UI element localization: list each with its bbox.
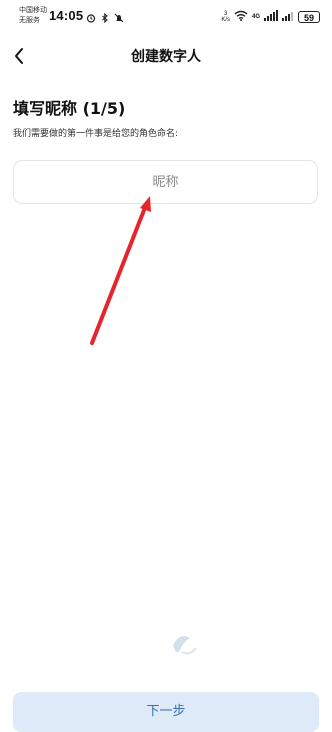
signal-icon-secondary [282, 8, 294, 26]
watermark-logo [173, 636, 197, 655]
battery-indicator: 59 [298, 11, 320, 23]
step-title: 填写昵称 (1/5) [13, 99, 126, 118]
next-button[interactable]: 下一步 [13, 692, 319, 732]
network-type: 4G [251, 14, 260, 20]
alarm-icon [86, 10, 96, 23]
step-description: 我们需要做的第一件事是给您的角色命名: [13, 129, 179, 139]
carrier-info: 中国移动 无服务 [19, 6, 47, 26]
mute-icon [114, 10, 124, 23]
signal-icon [264, 8, 278, 26]
status-bar: 中国移动 无服务 14:05 3 K/s 4G 59 [0, 0, 332, 34]
speed-unit: K/s [221, 17, 230, 23]
wifi-icon [234, 8, 248, 26]
system-status: 3 K/s 4G 59 [221, 8, 320, 26]
page-title: 创建数字人 [131, 49, 201, 65]
service-status: 无服务 [19, 17, 40, 24]
nickname-input[interactable] [13, 160, 318, 204]
nav-bar: 创建数字人 [0, 36, 332, 76]
carrier-name: 中国移动 [19, 7, 47, 14]
network-speed: 3 K/s [221, 11, 230, 23]
bluetooth-icon [100, 10, 110, 24]
notification-icons [86, 10, 124, 24]
clock: 14:05 [49, 8, 84, 23]
